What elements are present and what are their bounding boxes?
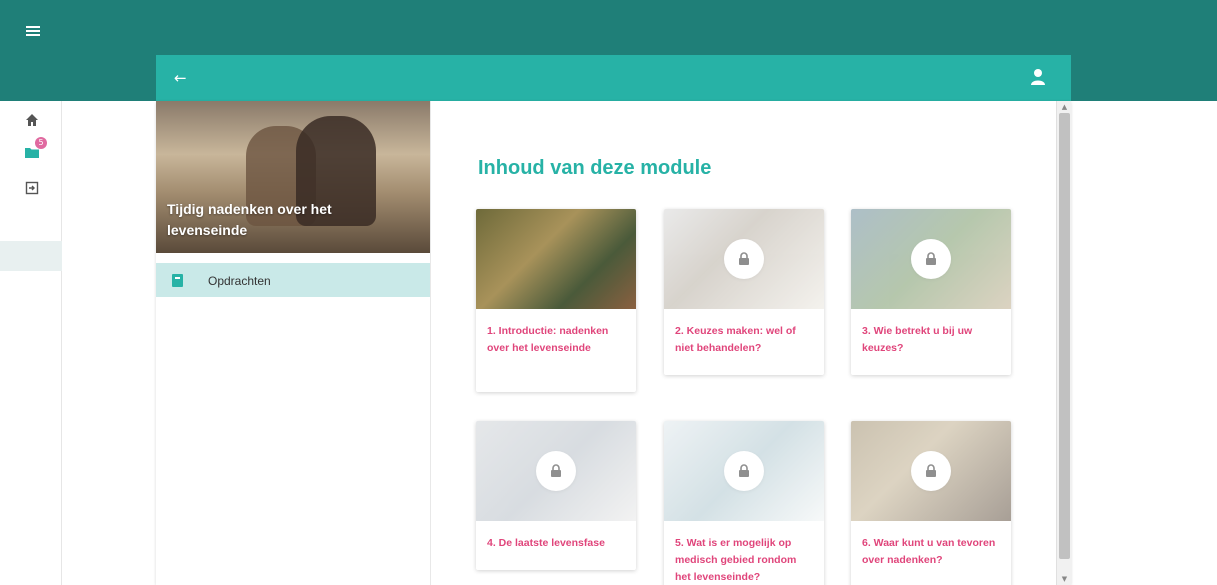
user-icon[interactable]	[1031, 67, 1045, 87]
lesson-image	[476, 421, 636, 521]
hamburger-menu-icon[interactable]	[26, 26, 40, 36]
nav-active-highlight	[0, 241, 62, 271]
lock-icon	[724, 239, 764, 279]
lock-icon	[536, 451, 576, 491]
lesson-title: 3. Wie betrekt u bij uw keuzes?	[862, 325, 973, 354]
menu-item-opdrachten[interactable]: Opdrachten	[156, 263, 430, 297]
lesson-card-1[interactable]: 1. Introductie: nadenken over het levens…	[476, 209, 636, 392]
lesson-card-5[interactable]: 5. Wat is er mogelijk op medisch gebied …	[664, 421, 824, 585]
lock-icon	[911, 451, 951, 491]
lesson-card-3[interactable]: 3. Wie betrekt u bij uw keuzes?	[851, 209, 1011, 375]
lesson-image	[664, 421, 824, 521]
logout-icon[interactable]	[21, 177, 43, 199]
menu-item-label: Opdrachten	[208, 274, 271, 288]
lesson-card-2[interactable]: 2. Keuzes maken: wel of niet behandelen?	[664, 209, 824, 375]
lesson-image	[476, 209, 636, 309]
lesson-card-4[interactable]: 4. De laatste levensfase	[476, 421, 636, 570]
lesson-title: 6. Waar kunt u van tevoren over nadenken…	[862, 537, 996, 566]
lock-icon	[724, 451, 764, 491]
lesson-image	[664, 209, 824, 309]
module-header-bar: ←	[156, 55, 1071, 101]
lesson-title: 5. Wat is er mogelijk op medisch gebied …	[675, 537, 797, 583]
lock-icon	[911, 239, 951, 279]
notification-badge: 5	[35, 137, 47, 149]
lesson-title: 2. Keuzes maken: wel of niet behandelen?	[675, 325, 796, 354]
vertical-scrollbar[interactable]: ▲ ▼	[1056, 101, 1071, 585]
folder-icon[interactable]: 5	[21, 137, 47, 163]
back-arrow-icon[interactable]: ←	[174, 69, 187, 87]
home-icon[interactable]	[21, 109, 43, 131]
lesson-title: 1. Introductie: nadenken over het levens…	[487, 325, 609, 354]
module-hero-title: Tijdig nadenken over het levenseinde	[167, 201, 332, 238]
module-sidebar: Tijdig nadenken over het levenseinde Opd…	[156, 101, 431, 585]
side-navigation: 5	[0, 101, 62, 585]
book-icon	[172, 274, 183, 287]
lesson-image	[851, 209, 1011, 309]
module-panel: Tijdig nadenken over het levenseinde Opd…	[156, 101, 1071, 585]
scroll-down-icon[interactable]: ▼	[1060, 575, 1069, 583]
lesson-card-6[interactable]: 6. Waar kunt u van tevoren over nadenken…	[851, 421, 1011, 585]
module-content: Inhoud van deze module 1. Introductie: n…	[432, 101, 1056, 585]
scroll-up-icon[interactable]: ▲	[1060, 103, 1069, 111]
lesson-title: 4. De laatste levensfase	[487, 537, 605, 549]
lesson-image	[851, 421, 1011, 521]
module-hero-image: Tijdig nadenken over het levenseinde	[156, 101, 430, 253]
scroll-thumb[interactable]	[1059, 113, 1070, 559]
content-title: Inhoud van deze module	[478, 157, 712, 179]
